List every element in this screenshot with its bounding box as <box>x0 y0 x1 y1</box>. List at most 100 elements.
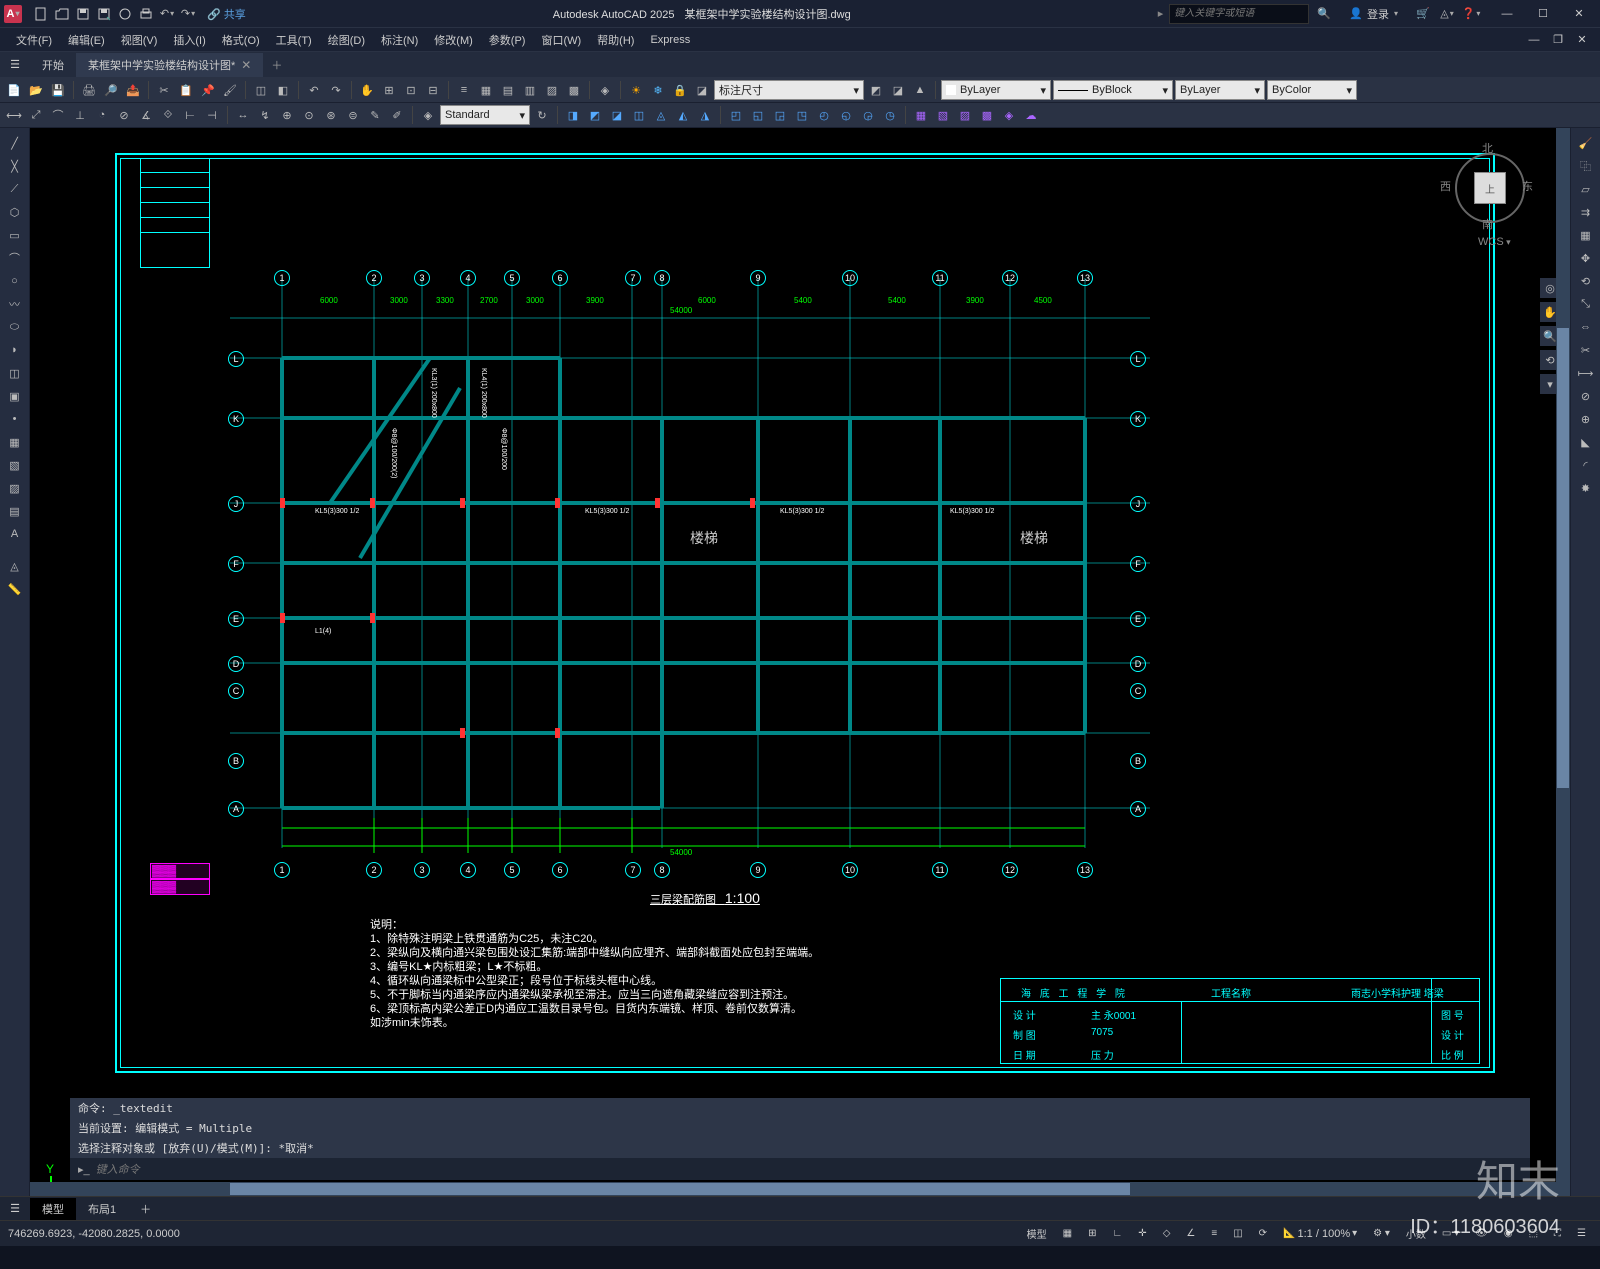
qopen-icon[interactable]: 📂 <box>26 80 46 100</box>
point-icon[interactable]: • <box>2 408 28 430</box>
clean-icon[interactable]: ⛶ <box>1548 1226 1567 1241</box>
share-button[interactable]: 🔗 共享 <box>207 6 246 22</box>
trim-icon[interactable]: ✂ <box>1573 339 1599 361</box>
tab-add-icon[interactable]: ＋ <box>263 53 290 77</box>
osnap-toggle-icon[interactable]: ◇ <box>1157 1226 1177 1241</box>
move-icon[interactable]: ✥ <box>1573 247 1599 269</box>
vertical-scrollbar[interactable] <box>1556 128 1570 1196</box>
menu-draw[interactable]: 绘图(D) <box>320 29 373 51</box>
make-block-icon[interactable]: ◩ <box>585 105 605 125</box>
dcenter-icon[interactable]: ▦ <box>476 80 496 100</box>
menu-edit[interactable]: 编辑(E) <box>60 29 113 51</box>
sheet-icon[interactable]: ▥ <box>520 80 540 100</box>
menu-help[interactable]: 帮助(H) <box>589 29 642 51</box>
fillet-icon[interactable]: ◜ <box>1573 454 1599 476</box>
wcs-label[interactable]: WCS ▾ <box>1478 236 1511 248</box>
redo-icon[interactable]: ↷▾ <box>179 5 197 23</box>
polygon-icon[interactable]: ⬡ <box>2 201 28 223</box>
menu-tools[interactable]: 工具(T) <box>268 29 320 51</box>
login-button[interactable]: 👤 登录 ▾ <box>1349 6 1398 22</box>
join-icon[interactable]: ⊕ <box>1573 408 1599 430</box>
transparency-icon[interactable]: ◫ <box>1227 1226 1248 1241</box>
insert-icon[interactable]: ◫ <box>2 362 28 384</box>
grid-toggle-icon[interactable]: ▦ <box>1057 1226 1078 1241</box>
copy2-icon[interactable]: ⿻ <box>1573 155 1599 177</box>
dim-style-combo[interactable]: 标注尺寸▾ <box>714 80 864 100</box>
maximize-icon[interactable]: ☐ <box>1526 2 1560 26</box>
lock-icon[interactable]: 🔒 <box>670 80 690 100</box>
xref-icon[interactable]: ◰ <box>726 105 746 125</box>
minimize-icon[interactable]: — <box>1490 2 1524 26</box>
cycling-icon[interactable]: ⟳ <box>1253 1226 1273 1241</box>
layeriso-icon[interactable]: ▲ <box>910 80 930 100</box>
dim-tedit-icon[interactable]: ✐ <box>387 105 407 125</box>
customize-icon[interactable]: ☰ <box>1571 1226 1592 1241</box>
frame-icon[interactable]: ◴ <box>814 105 834 125</box>
menu-express[interactable]: Express <box>642 31 698 49</box>
dim-aligned-icon[interactable]: ⤢ <box>26 105 46 125</box>
array-icon[interactable]: ▦ <box>1573 224 1599 246</box>
gradient-icon[interactable]: ▧ <box>933 105 953 125</box>
stretch-icon[interactable]: ⇔ <box>1573 316 1599 338</box>
inspect-icon[interactable]: ⊛ <box>321 105 341 125</box>
wblock-icon[interactable]: ◪ <box>607 105 627 125</box>
text-style-combo[interactable]: Standard▾ <box>440 105 530 125</box>
hatch-icon[interactable]: ▦ <box>911 105 931 125</box>
tpalette-icon[interactable]: ▤ <box>498 80 518 100</box>
workspace-icon[interactable]: ▭ ▾ <box>1436 1226 1465 1241</box>
doc-close-icon[interactable]: ✕ <box>1572 31 1592 49</box>
block2-icon[interactable]: ◧ <box>273 80 293 100</box>
tab-active-document[interactable]: 某框架中学实验楼结构设计图*✕ <box>76 53 263 77</box>
dim-angular-icon[interactable]: ∡ <box>136 105 156 125</box>
dim-break-icon[interactable]: ↯ <box>255 105 275 125</box>
app-icon[interactable]: A▾ <box>4 5 22 23</box>
dim-linear-icon[interactable]: ⟷ <box>4 105 24 125</box>
redo2-icon[interactable]: ↷ <box>326 80 346 100</box>
zoom-win-icon[interactable]: ⊡ <box>401 80 421 100</box>
horizontal-scrollbar[interactable] <box>30 1182 1556 1196</box>
tab-close-icon[interactable]: ✕ <box>241 58 251 72</box>
dim-space-icon[interactable]: ↔ <box>233 105 253 125</box>
extend-icon[interactable]: ⟼ <box>1573 362 1599 384</box>
menu-modify[interactable]: 修改(M) <box>426 29 481 51</box>
save-icon[interactable] <box>74 5 92 23</box>
drawing-canvas[interactable]: 1 2 3 4 5 6 7 8 9 10 11 12 13 1 2 3 4 5 … <box>30 128 1570 1196</box>
spline-icon[interactable]: 〰 <box>2 293 28 315</box>
properties-icon[interactable]: ≡ <box>454 80 474 100</box>
arc-icon[interactable]: ⌒ <box>2 247 28 269</box>
dim-baseline-icon[interactable]: ⊢ <box>180 105 200 125</box>
lwt-toggle-icon[interactable]: ≡ <box>1205 1226 1223 1241</box>
dim-edit-icon[interactable]: ✎ <box>365 105 385 125</box>
mtext-icon[interactable]: A <box>2 523 28 545</box>
cart-icon[interactable]: 🛒 <box>1414 5 1432 23</box>
menu-view[interactable]: 视图(V) <box>113 29 166 51</box>
layerstate-icon[interactable]: ◪ <box>888 80 908 100</box>
pline-icon[interactable]: ⟋ <box>2 178 28 200</box>
ortho-toggle-icon[interactable]: ∟ <box>1107 1226 1129 1241</box>
publish-icon[interactable]: 📤 <box>123 80 143 100</box>
attdef-icon[interactable]: ◬ <box>651 105 671 125</box>
preview-icon[interactable]: 🔎 <box>101 80 121 100</box>
boundary-icon[interactable]: ▨ <box>955 105 975 125</box>
viewcube[interactable]: 上 北 南 东 西 WCS ▾ <box>1450 148 1530 228</box>
tab-model[interactable]: 模型 <box>30 1198 76 1220</box>
doc-restore-icon[interactable]: ❐ <box>1548 31 1568 49</box>
app-switch-icon[interactable]: ◬ ▾ <box>1438 5 1456 23</box>
otrack-toggle-icon[interactable]: ∠ <box>1180 1226 1201 1241</box>
block-icon[interactable]: ◫ <box>251 80 271 100</box>
search-icon[interactable]: 🔍 <box>1315 5 1333 23</box>
attsync-icon[interactable]: ◮ <box>695 105 715 125</box>
erase-icon[interactable]: 🧹 <box>1573 132 1599 154</box>
dim-quick-icon[interactable]: ⟐ <box>158 105 178 125</box>
hardware-icon[interactable]: ⬚ <box>1523 1226 1544 1241</box>
mirror-icon[interactable]: ▱ <box>1573 178 1599 200</box>
command-input[interactable]: ▸_ 键入命令 <box>70 1158 1530 1180</box>
viewcube-top[interactable]: 上 <box>1474 172 1506 204</box>
menu-insert[interactable]: 插入(I) <box>165 29 213 51</box>
img2-icon[interactable]: ◶ <box>858 105 878 125</box>
line-icon[interactable]: ╱ <box>2 132 28 154</box>
layer-combo[interactable]: ByLayer▾ <box>941 80 1051 100</box>
attedit-icon[interactable]: ◭ <box>673 105 693 125</box>
pan-icon[interactable]: ✋ <box>357 80 377 100</box>
tabs-burger-icon[interactable]: ☰ <box>0 1196 30 1222</box>
